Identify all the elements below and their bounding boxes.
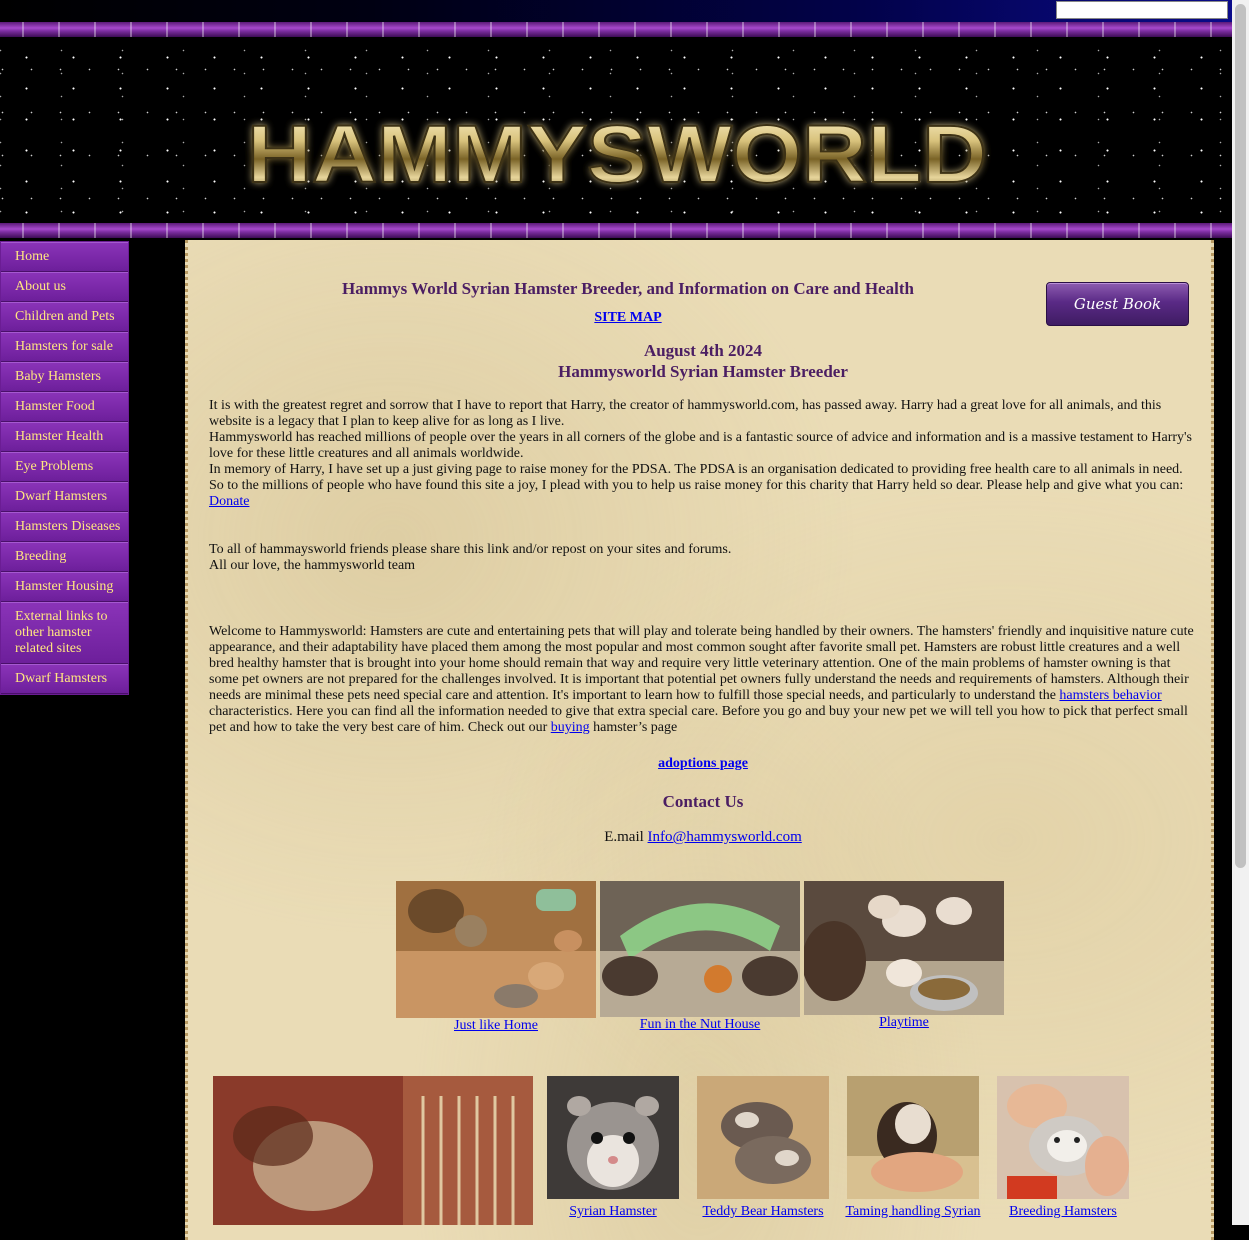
welcome-text: Welcome to Hammysworld: Hamsters are cut…	[209, 624, 1194, 736]
photo-playtime[interactable]: Playtime	[804, 881, 1004, 1036]
welcome-part-3: hamster’s page	[589, 720, 678, 735]
donate-link[interactable]: Donate	[209, 494, 249, 509]
hamster-photo-taming	[847, 1076, 979, 1199]
photo-breeding-hamsters[interactable]: Breeding Hamsters	[997, 1076, 1129, 1225]
hamster-photo-syrian	[547, 1076, 679, 1199]
share-line: To all of hammaysworld friends please sh…	[209, 542, 732, 557]
hamsters-behavior-link[interactable]: hamsters behavior	[1059, 688, 1161, 703]
photo-syrian-hamster[interactable]: Syrian Hamster	[547, 1076, 679, 1225]
top-bar	[0, 0, 1232, 22]
memorial-text: It is with the greatest regret and sorro…	[209, 398, 1194, 510]
love-line: All our love, the hammysworld team	[209, 558, 416, 573]
hamster-photo-3	[804, 881, 1004, 1015]
caption-teddy-bear-hamsters[interactable]: Teddy Bear Hamsters	[697, 1204, 829, 1220]
sidebar-item-dwarf-hamsters-2[interactable]: Dwarf Hamsters	[1, 664, 128, 694]
share-text: To all of hammaysworld friends please sh…	[209, 542, 1194, 574]
hamster-photo-blurry	[213, 1076, 533, 1225]
photo-blurry-hamster[interactable]	[213, 1076, 533, 1225]
memorial-p1: It is with the greatest regret and sorro…	[209, 398, 1162, 429]
banner: HAMMYSWORLD	[0, 37, 1232, 223]
decorative-strip-top	[0, 22, 1232, 37]
date-text: August 4th 2024	[643, 341, 763, 360]
sidebar-item-children-and-pets[interactable]: Children and Pets	[1, 302, 128, 332]
sidebar-item-about-us[interactable]: About us	[1, 272, 128, 302]
photo-teddy-bear-hamsters[interactable]: Teddy Bear Hamsters	[697, 1076, 829, 1225]
caption-fun-in-the-nut-house[interactable]: Fun in the Nut House	[600, 1017, 800, 1033]
welcome-part-1: Welcome to Hammysworld: Hamsters are cut…	[209, 624, 1194, 703]
sidebar-item-dwarf-hamsters[interactable]: Dwarf Hamsters	[1, 482, 128, 512]
scrollbar-thumb[interactable]	[1235, 4, 1246, 868]
logo-text: HAMMYSWORLD	[247, 109, 987, 200]
photo-just-like-home[interactable]: Just like Home	[396, 881, 596, 1036]
buying-link[interactable]: buying	[551, 720, 590, 735]
adoptions-page-link[interactable]: adoptions page	[608, 756, 798, 772]
hamster-photo-teddy-bear	[697, 1076, 829, 1199]
subtitle: Hammysworld Syrian Hamster Breeder	[558, 362, 848, 381]
main-content: Hammys World Syrian Hamster Breeder, and…	[185, 240, 1214, 1240]
sidebar-item-eye-problems[interactable]: Eye Problems	[1, 452, 128, 482]
sidebar-item-baby-hamsters[interactable]: Baby Hamsters	[1, 362, 128, 392]
photo-fun-in-the-nut-house[interactable]: Fun in the Nut House	[600, 881, 800, 1036]
date-heading: August 4th 2024 Hammysworld Syrian Hamst…	[488, 340, 918, 382]
contact-heading: Contact Us	[662, 792, 744, 811]
sidebar-item-home[interactable]: Home	[1, 242, 128, 272]
hamster-photo-2	[600, 881, 800, 1017]
vertical-scrollbar[interactable]	[1232, 0, 1249, 1225]
hamster-photo-1	[396, 881, 596, 1018]
caption-syrian-hamster[interactable]: Syrian Hamster	[547, 1204, 679, 1220]
photo-taming-handling-syrian[interactable]: Taming handling Syrian	[842, 1076, 984, 1225]
sidebar-item-external-links[interactable]: External links to other hamster related …	[1, 602, 128, 664]
page-title: Hammys World Syrian Hamster Breeder, and…	[342, 279, 914, 298]
memorial-p3: In memory of Harry, I have set up a just…	[209, 462, 1183, 477]
caption-taming-handling-syrian[interactable]: Taming handling Syrian	[842, 1204, 984, 1220]
site-logo[interactable]: HAMMYSWORLD	[222, 99, 1012, 209]
hamster-photo-breeding	[997, 1076, 1129, 1199]
sidebar-item-hamster-health[interactable]: Hamster Health	[1, 422, 128, 452]
sidebar-item-hamsters-for-sale[interactable]: Hamsters for sale	[1, 332, 128, 362]
email-line: E.mail Info@hammysworld.com	[568, 829, 838, 846]
email-label: E.mail	[604, 829, 648, 845]
sidebar-item-breeding[interactable]: Breeding	[1, 542, 128, 572]
sidebar-item-hamsters-diseases[interactable]: Hamsters Diseases	[1, 512, 128, 542]
search-input[interactable]	[1056, 1, 1228, 19]
welcome-part-2: characteristics. Here you can find all t…	[209, 704, 1188, 735]
sidebar-nav: Home About us Children and Pets Hamsters…	[0, 241, 129, 695]
sidebar-item-hamster-housing[interactable]: Hamster Housing	[1, 572, 128, 602]
caption-just-like-home[interactable]: Just like Home	[396, 1018, 596, 1034]
sidebar-item-hamster-food[interactable]: Hamster Food	[1, 392, 128, 422]
caption-playtime[interactable]: Playtime	[804, 1015, 1004, 1031]
logo-graphic: HAMMYSWORLD	[246, 108, 988, 201]
guest-book-button[interactable]: Guest Book	[1046, 282, 1189, 326]
decorative-strip-bottom	[0, 223, 1232, 238]
site-map-link[interactable]: SITE MAP	[568, 310, 688, 326]
memorial-p4: So to the millions of people who have fo…	[209, 478, 1184, 493]
memorial-p2: Hammysworld has reached millions of peop…	[209, 430, 1192, 461]
email-link[interactable]: Info@hammysworld.com	[648, 829, 802, 845]
caption-breeding-hamsters[interactable]: Breeding Hamsters	[997, 1204, 1129, 1220]
